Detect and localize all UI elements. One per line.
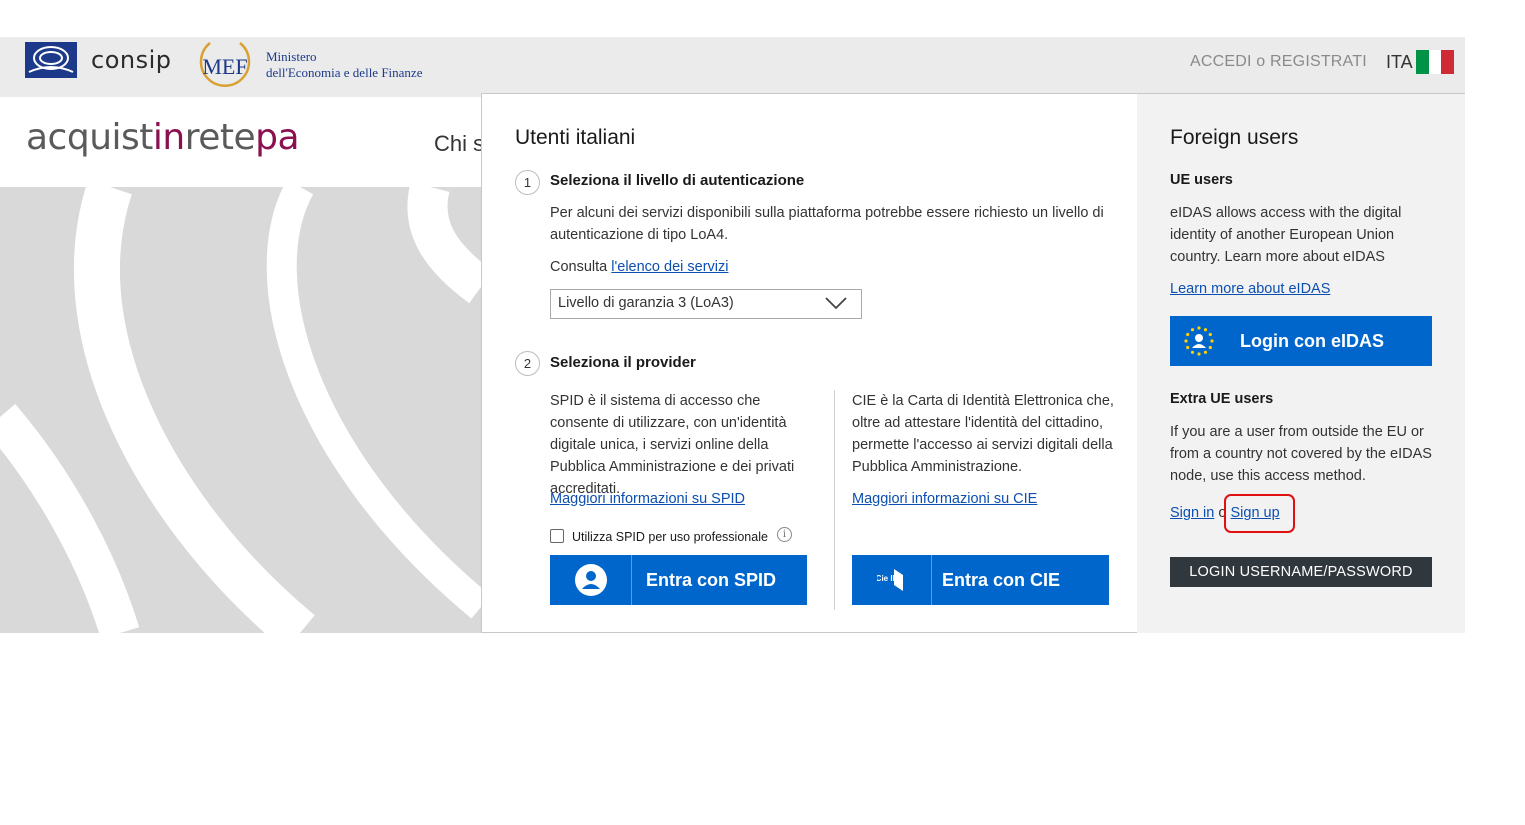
mef-name-line2: dell'Economia e delle Finanze (266, 65, 423, 80)
step-2-title: Seleziona il provider (550, 354, 696, 371)
foreign-users-title: Foreign users (1170, 126, 1299, 149)
nav-item-chi-siamo[interactable]: Chi s (434, 131, 484, 157)
brand-logo[interactable]: acquistinretepa (26, 117, 300, 158)
spid-professional-checkbox[interactable] (550, 529, 564, 543)
mef-name: Ministero dell'Economia e delle Finanze (266, 49, 422, 81)
step-1-title: Seleziona il livello di autenticazione (550, 172, 805, 189)
spid-icon-box (550, 555, 632, 605)
chevron-down-icon (825, 297, 847, 310)
mef-name-line1: Ministero (266, 49, 317, 64)
assurance-level-select[interactable]: Livello di garanzia 3 (LoA3) (550, 289, 862, 319)
mef-logo[interactable]: MEF Ministero dell'Economia e delle Fina… (192, 39, 422, 91)
page-frame: consip MEF Ministero dell'Economia e del… (0, 37, 1465, 633)
foreign-users-panel: Foreign users UE users eIDAS allows acce… (1137, 94, 1465, 633)
services-list-link[interactable]: l'elenco dei servizi (611, 259, 728, 275)
cie-info-link[interactable]: Maggiori informazioni su CIE (852, 491, 1037, 507)
mef-abbr: MEF (202, 54, 247, 79)
extra-ue-heading: Extra UE users (1170, 391, 1274, 407)
consip-label: consip (91, 46, 172, 74)
brand-part-3: rete (184, 117, 256, 158)
provider-divider (834, 390, 835, 610)
consip-logo[interactable]: consip (25, 42, 172, 78)
language-selector[interactable]: ITA (1386, 52, 1413, 73)
services-consult-line: Consulta l'elenco dei servizi (550, 256, 728, 278)
ue-users-heading: UE users (1170, 172, 1233, 188)
eidas-eu-icon (1184, 326, 1214, 356)
flag-stripe-red (1441, 50, 1455, 74)
eidas-login-button[interactable]: Login con eIDAS (1170, 316, 1432, 366)
learn-more-eidas-link[interactable]: Learn more about eIDAS (1170, 281, 1330, 297)
spid-button-label: Entra con SPID (646, 569, 777, 590)
cie-icon-text: Cie ID (877, 574, 899, 583)
consip-logo-icon (25, 42, 77, 78)
assurance-level-value: Livello di garanzia 3 (LoA3) (558, 295, 734, 311)
consult-prefix: Consulta (550, 259, 612, 275)
info-icon[interactable]: i (777, 527, 792, 542)
step-1-description: Per alcuni dei servizi disponibili sulla… (550, 205, 1104, 243)
spid-info-link-wrap: Maggiori informazioni su SPID (550, 488, 745, 510)
spid-user-icon (574, 564, 607, 596)
eidas-link-wrap: Learn more about eIDAS (1170, 278, 1330, 300)
brand-part-1: acquist (26, 117, 153, 158)
login-modal: Utenti italiani 1 Seleziona il livello d… (481, 93, 1465, 633)
spid-login-button[interactable]: Entra con SPID (550, 555, 807, 605)
cie-id-icon: Cie ID (877, 569, 903, 591)
extra-ue-description: If you are a user from outside the EU or… (1170, 424, 1432, 484)
sign-in-link[interactable]: Sign in (1170, 505, 1214, 521)
sign-up-highlight-annotation (1224, 494, 1295, 533)
cie-description: CIE è la Carta di Identità Elettronica c… (852, 393, 1114, 475)
step-1-badge: 1 (515, 170, 540, 195)
cie-info-link-wrap: Maggiori informazioni su CIE (852, 488, 1037, 510)
brand-part-4: pa (255, 117, 300, 158)
cie-icon-box: Cie ID (852, 555, 932, 605)
cie-button-label: Entra con CIE (942, 569, 1061, 590)
login-register-link[interactable]: ACCEDI o REGISTRATI (1190, 53, 1367, 71)
cie-login-button[interactable]: Cie ID Entra con CIE (852, 555, 1109, 605)
italy-flag-icon[interactable] (1416, 50, 1455, 74)
italian-users-title: Utenti italiani (515, 126, 636, 149)
login-username-password-button[interactable]: LOGIN USERNAME/PASSWORD (1170, 557, 1432, 587)
eidas-button-label: Login con eIDAS (1240, 330, 1384, 351)
mef-logo-icon: MEF (199, 42, 251, 87)
flag-stripe-green (1416, 50, 1429, 74)
flag-stripe-white (1428, 50, 1442, 74)
top-bar: consip MEF Ministero dell'Economia e del… (0, 37, 1465, 97)
spid-description: SPID è il sistema di accesso che consent… (550, 393, 795, 497)
brand-part-2: in (152, 117, 185, 158)
step-2-badge: 2 (515, 351, 540, 376)
ue-users-description: eIDAS allows access with the digital ide… (1170, 205, 1402, 265)
eidas-icon-box (1170, 316, 1228, 366)
spid-info-link[interactable]: Maggiori informazioni su SPID (550, 491, 745, 507)
spid-professional-label: Utilizza SPID per uso professionale (572, 530, 768, 544)
